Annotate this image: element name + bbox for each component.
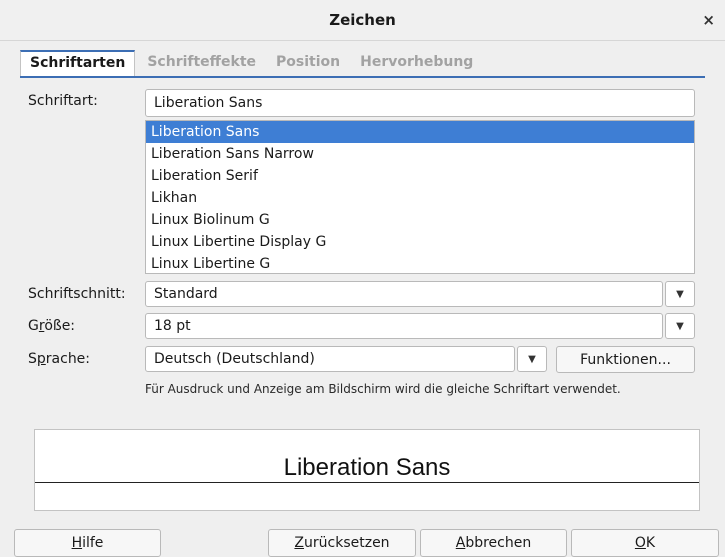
chevron-down-icon[interactable]: ▼	[665, 281, 695, 307]
reset-button[interactable]: Zurücksetzen	[268, 529, 416, 557]
font-list[interactable]: Liberation Sans Liberation Sans Narrow L…	[145, 120, 695, 274]
list-item[interactable]: Likhan	[146, 187, 694, 209]
help-button[interactable]: Hilfe	[14, 529, 161, 557]
font-label: Schriftart:	[28, 93, 98, 109]
language-select[interactable]: Deutsch (Deutschland)	[145, 346, 515, 372]
tab-position[interactable]: Position	[268, 50, 348, 76]
style-select[interactable]: Standard	[145, 281, 663, 307]
list-item[interactable]: Liberation Serif	[146, 165, 694, 187]
preview-baseline	[35, 482, 699, 483]
list-item[interactable]: Linux Libertine G	[146, 253, 694, 273]
preview-text: Liberation Sans	[281, 454, 453, 481]
size-select[interactable]: 18 pt	[145, 313, 663, 339]
close-icon[interactable]: ×	[702, 11, 715, 29]
window-title: Zeichen	[329, 11, 396, 29]
tab-schrifteffekte[interactable]: Schrifteffekte	[139, 50, 264, 76]
cancel-button[interactable]: Abbrechen	[420, 529, 567, 557]
font-input[interactable]: Liberation Sans	[145, 89, 695, 117]
tab-hervorhebung[interactable]: Hervorhebung	[352, 50, 481, 76]
tab-bar: Schriftarten Schrifteffekte Position Her…	[20, 50, 705, 78]
size-value: 18 pt	[154, 318, 191, 334]
tab-schriftarten[interactable]: Schriftarten	[20, 50, 136, 76]
font-input-value: Liberation Sans	[154, 95, 263, 111]
size-label: Größe:	[28, 318, 76, 334]
language-value: Deutsch (Deutschland)	[154, 351, 315, 367]
style-label: Schriftschnitt:	[28, 286, 126, 302]
list-item[interactable]: Liberation Sans Narrow	[146, 143, 694, 165]
list-item[interactable]: Linux Biolinum G	[146, 209, 694, 231]
features-button[interactable]: Funktionen...	[556, 346, 695, 373]
ok-button[interactable]: OK	[571, 529, 719, 557]
chevron-down-icon[interactable]: ▼	[517, 346, 547, 372]
font-preview: Liberation Sans	[34, 429, 700, 511]
language-label: Sprache:	[28, 351, 91, 367]
chevron-down-icon[interactable]: ▼	[665, 313, 695, 339]
list-item[interactable]: Liberation Sans	[146, 121, 694, 143]
title-bar: Zeichen ×	[0, 0, 725, 41]
font-note: Für Ausdruck und Anzeige am Bildschirm w…	[145, 382, 621, 396]
style-value: Standard	[154, 286, 218, 302]
list-item[interactable]: Linux Libertine Display G	[146, 231, 694, 253]
